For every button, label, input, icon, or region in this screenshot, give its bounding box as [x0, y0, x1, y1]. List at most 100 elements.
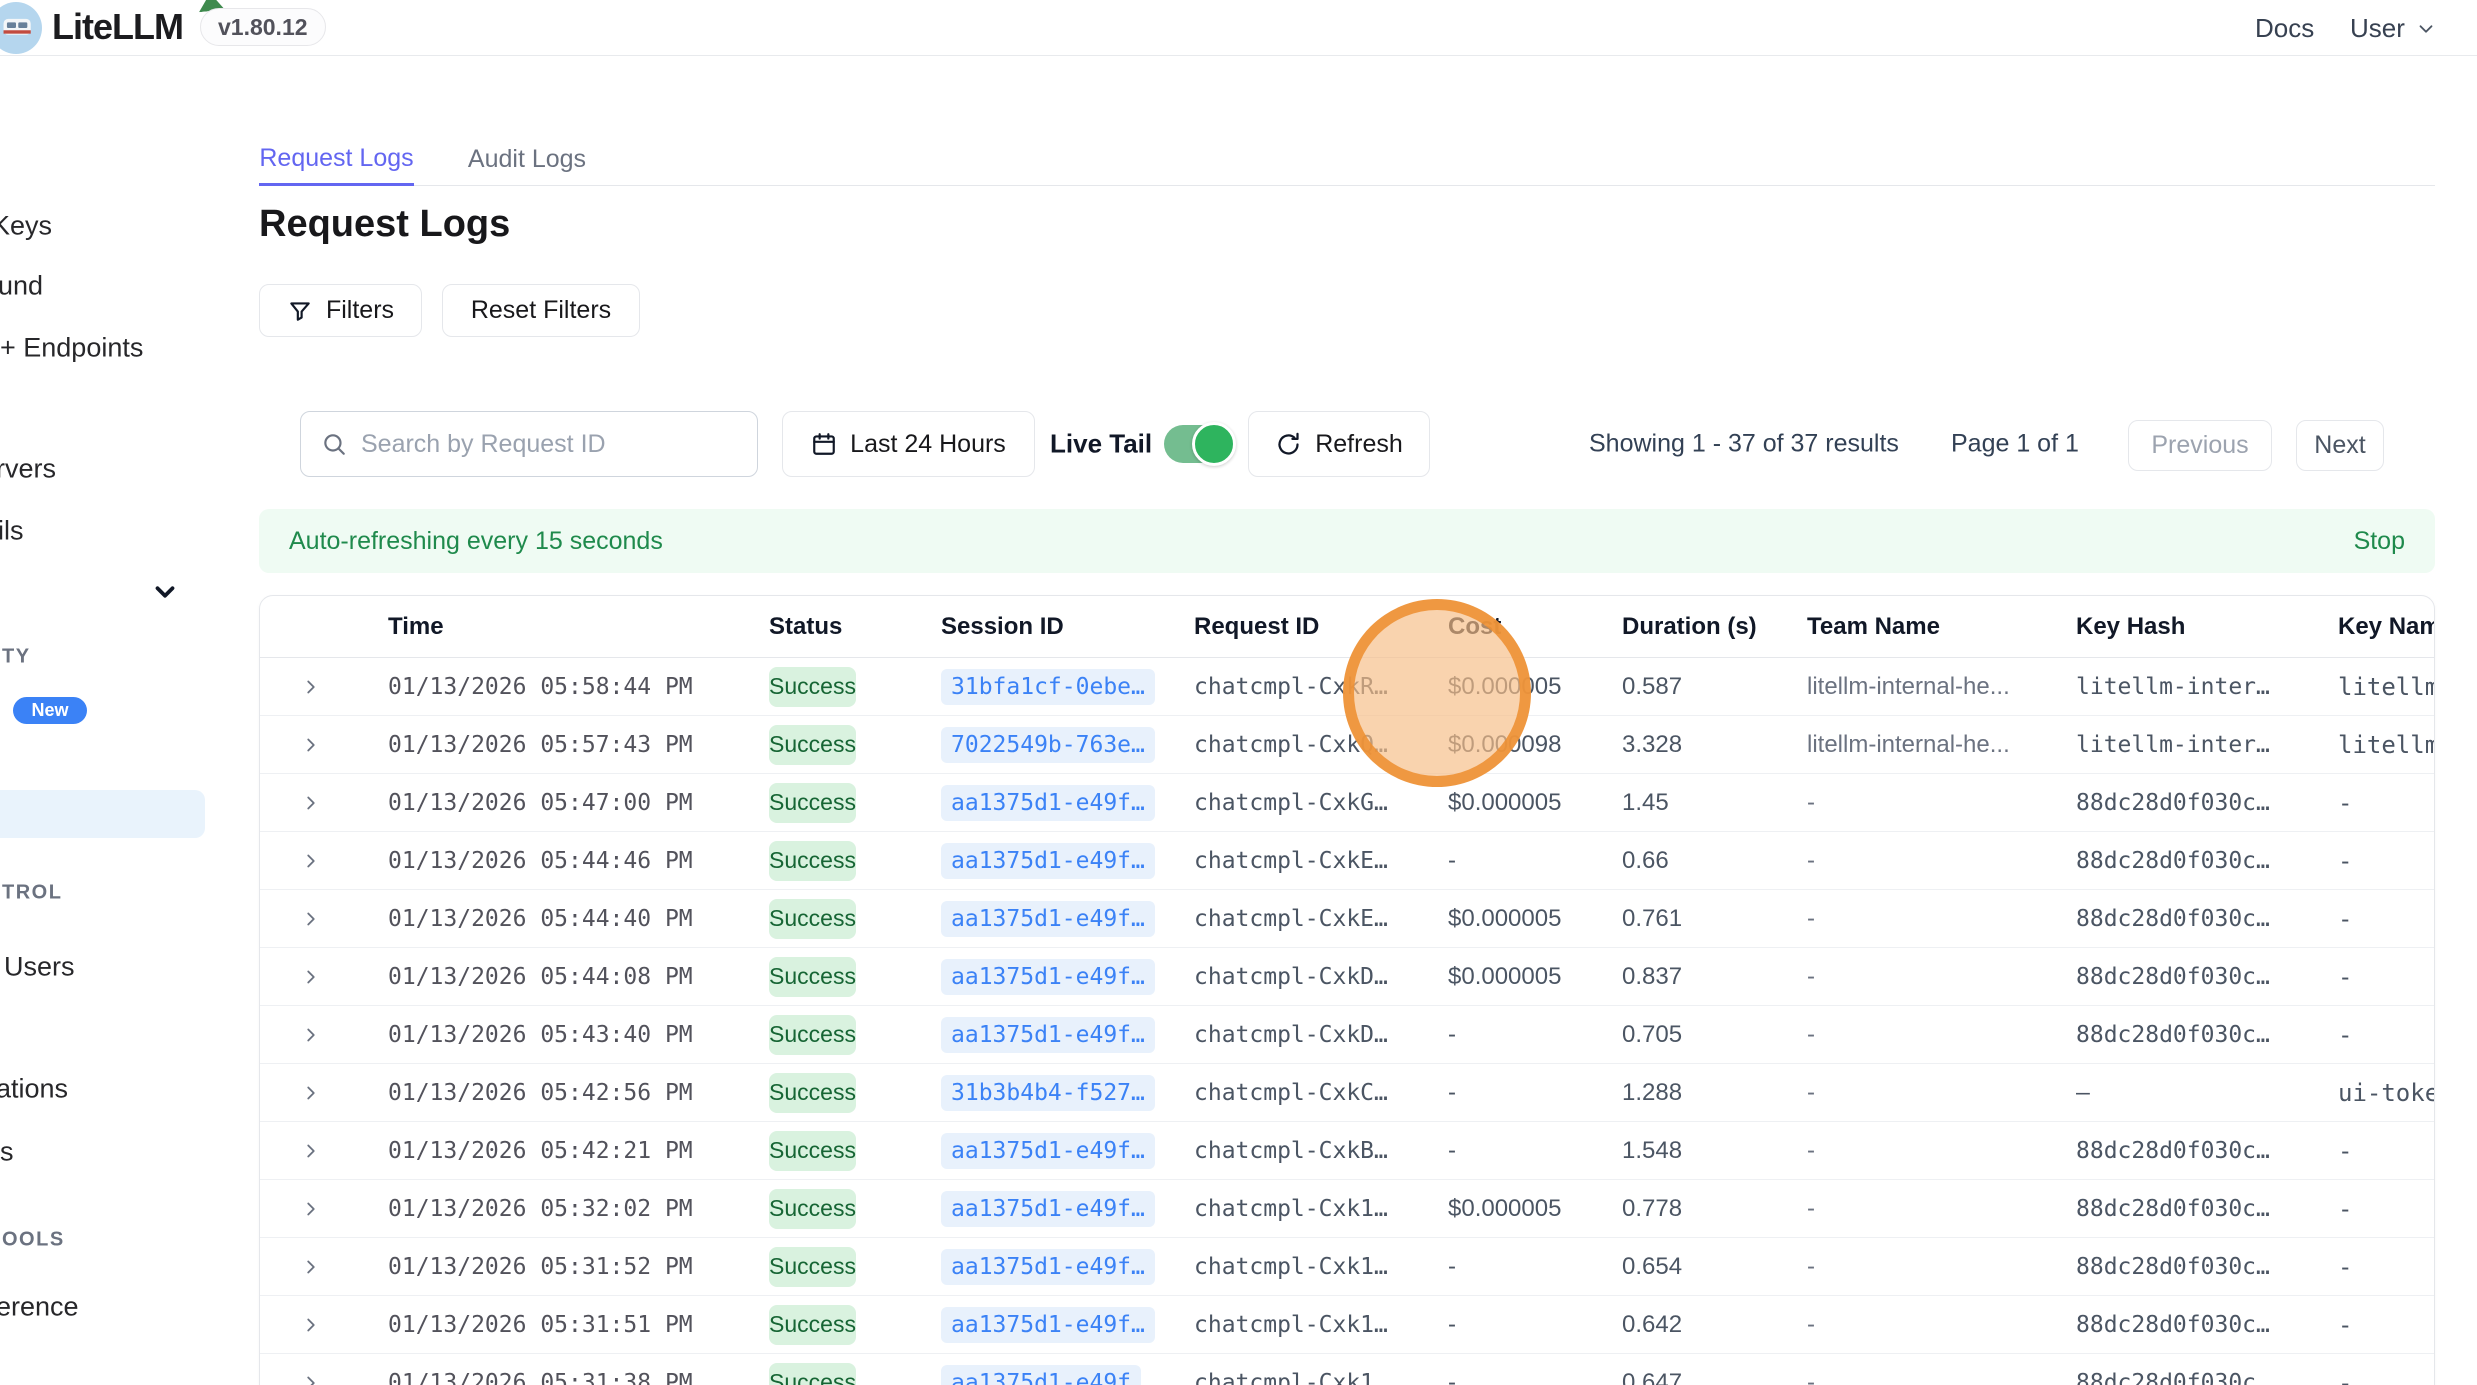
cell-team-name: - [1807, 963, 2076, 991]
chevron-right-icon[interactable] [300, 1140, 322, 1162]
chevron-right-icon[interactable] [300, 1082, 322, 1104]
chevron-right-icon[interactable] [300, 850, 322, 872]
chevron-right-icon[interactable] [300, 792, 322, 814]
cell-key-hash: 88dc28d0f030c… [2076, 906, 2338, 932]
cell-duration: 0.761 [1622, 905, 1807, 933]
session-id-link[interactable]: aa1375d1-e49f… [941, 1017, 1155, 1053]
sidebar-item-keys[interactable]: Keys [0, 211, 52, 242]
previous-page-button[interactable]: Previous [2128, 420, 2272, 471]
tab-audit-logs[interactable]: Audit Logs [447, 133, 607, 186]
session-id-link[interactable]: aa1375d1-e49f… [941, 843, 1155, 879]
chevron-down-icon [2415, 18, 2437, 40]
chevron-right-icon[interactable] [300, 1314, 322, 1336]
status-badge: Success [769, 1189, 856, 1229]
stop-auto-refresh-button[interactable]: Stop [2354, 527, 2405, 556]
nav-user-label: User [2350, 13, 2405, 44]
cell-session-id: aa1375d1-e49f… [941, 1249, 1194, 1285]
search-input[interactable] [361, 430, 701, 459]
cell-session-id: aa1375d1-e49f [941, 1365, 1194, 1385]
click-highlight-circle [1343, 599, 1531, 787]
cell-time: 01/13/2026 05:31:38 PM [388, 1370, 769, 1385]
sidebar-item-ils[interactable]: ils [0, 516, 24, 547]
cell-team-name: - [1807, 1195, 2076, 1223]
session-id-link[interactable]: 7022549b-763e… [941, 727, 1155, 763]
auto-refresh-message: Auto-refreshing every 15 seconds [289, 527, 663, 556]
chevron-right-icon[interactable] [300, 908, 322, 930]
sidebar-item-ations[interactable]: ations [0, 1074, 68, 1105]
cell-duration: 1.45 [1622, 789, 1807, 817]
session-id-link[interactable]: 31b3b4b4-f527… [941, 1075, 1155, 1111]
cell-session-id: 31b3b4b4-f527… [941, 1075, 1194, 1111]
chevron-right-icon[interactable] [300, 1256, 322, 1278]
time-range-button[interactable]: Last 24 Hours [782, 411, 1035, 477]
brand-title: LiteLLM [52, 6, 183, 48]
sidebar-item-selected[interactable] [0, 790, 205, 838]
session-id-link[interactable]: aa1375d1-e49f… [941, 1191, 1155, 1227]
live-tail-toggle[interactable] [1164, 425, 1232, 463]
cell-cost: - [1448, 847, 1622, 875]
table-row: 01/13/2026 05:44:08 PMSuccess aa1375d1-e4… [260, 948, 2434, 1006]
cell-key-hash: – [2076, 1080, 2338, 1106]
session-id-link[interactable]: aa1375d1-e49f… [941, 1307, 1155, 1343]
live-tail-label: Live Tail [1050, 429, 1152, 460]
cell-team-name: litellm-internal-he... [1807, 673, 2076, 701]
refresh-label: Refresh [1315, 430, 1403, 459]
cell-session-id: aa1375d1-e49f… [941, 1191, 1194, 1227]
next-page-button[interactable]: Next [2296, 420, 2384, 471]
sidebar-item-s[interactable]: s [0, 1137, 14, 1168]
search-box [300, 411, 758, 477]
status-badge: Success [769, 1073, 856, 1113]
cell-cost: $0.000005 [1448, 963, 1622, 991]
status-badge: Success [769, 1247, 856, 1287]
refresh-button[interactable]: Refresh [1248, 411, 1430, 477]
chevron-right-icon[interactable] [300, 966, 322, 988]
auto-refresh-banner: Auto-refreshing every 15 seconds Stop [259, 509, 2435, 573]
chevron-right-icon[interactable] [300, 734, 322, 756]
cell-key-name: litellm-int [2338, 673, 2434, 701]
sidebar-item-und[interactable]: und [0, 271, 43, 302]
nav-user-menu[interactable]: User [2350, 13, 2437, 44]
cell-time: 01/13/2026 05:44:46 PM [388, 848, 769, 874]
cell-status: Success [769, 899, 941, 939]
cell-team-name: litellm-internal-he... [1807, 731, 2076, 759]
chevron-right-icon[interactable] [300, 676, 322, 698]
cell-time: 01/13/2026 05:44:08 PM [388, 964, 769, 990]
header-duration: Duration (s) [1622, 613, 1807, 641]
nav-docs-link[interactable]: Docs [2255, 13, 2314, 44]
row-expand-cell [260, 734, 388, 756]
row-expand-cell [260, 850, 388, 872]
cell-key-name: ui-token [2338, 1079, 2434, 1107]
sidebar-item-erence[interactable]: erence [0, 1292, 79, 1323]
sidebar-item-endpoints[interactable]: + Endpoints [0, 333, 143, 364]
reset-filters-label: Reset Filters [471, 296, 611, 325]
session-id-link[interactable]: aa1375d1-e49f… [941, 959, 1155, 995]
sidebar-item-users[interactable]: Users [4, 952, 75, 983]
session-id-link[interactable]: aa1375d1-e49f [941, 1365, 1141, 1385]
chevron-right-icon[interactable] [300, 1024, 322, 1046]
cell-time: 01/13/2026 05:31:52 PM [388, 1254, 769, 1280]
filters-button[interactable]: Filters [259, 284, 422, 337]
table-row: 01/13/2026 05:47:00 PMSuccessaa1375d1-e4… [260, 774, 2434, 832]
status-badge: Success [769, 957, 856, 997]
cell-key-name: - [2338, 1195, 2434, 1223]
reset-filters-button[interactable]: Reset Filters [442, 284, 640, 337]
chevron-right-icon[interactable] [300, 1372, 322, 1385]
tab-request-logs[interactable]: Request Logs [259, 133, 414, 186]
cell-key-hash: 88dc28d0f030c… [2076, 848, 2338, 874]
session-id-link[interactable]: aa1375d1-e49f… [941, 785, 1155, 821]
row-expand-cell [260, 908, 388, 930]
session-id-link[interactable]: aa1375d1-e49f… [941, 901, 1155, 937]
cell-duration: 0.654 [1622, 1253, 1807, 1281]
session-id-link[interactable]: aa1375d1-e49f… [941, 1249, 1155, 1285]
sidebar-item-rvers[interactable]: rvers [0, 454, 56, 485]
session-id-link[interactable]: 31bfa1cf-0ebe… [941, 669, 1155, 705]
cell-session-id: aa1375d1-e49f… [941, 901, 1194, 937]
cell-request-id: chatcmpl-CxkE… [1194, 906, 1448, 932]
cell-time: 01/13/2026 05:32:02 PM [388, 1196, 769, 1222]
sidebar-collapse-chevron-icon[interactable] [150, 577, 180, 607]
chevron-right-icon[interactable] [300, 1198, 322, 1220]
refresh-icon [1275, 431, 1302, 458]
cell-duration: 1.288 [1622, 1079, 1807, 1107]
session-id-link[interactable]: aa1375d1-e49f… [941, 1133, 1155, 1169]
cell-team-name: - [1807, 1079, 2076, 1107]
